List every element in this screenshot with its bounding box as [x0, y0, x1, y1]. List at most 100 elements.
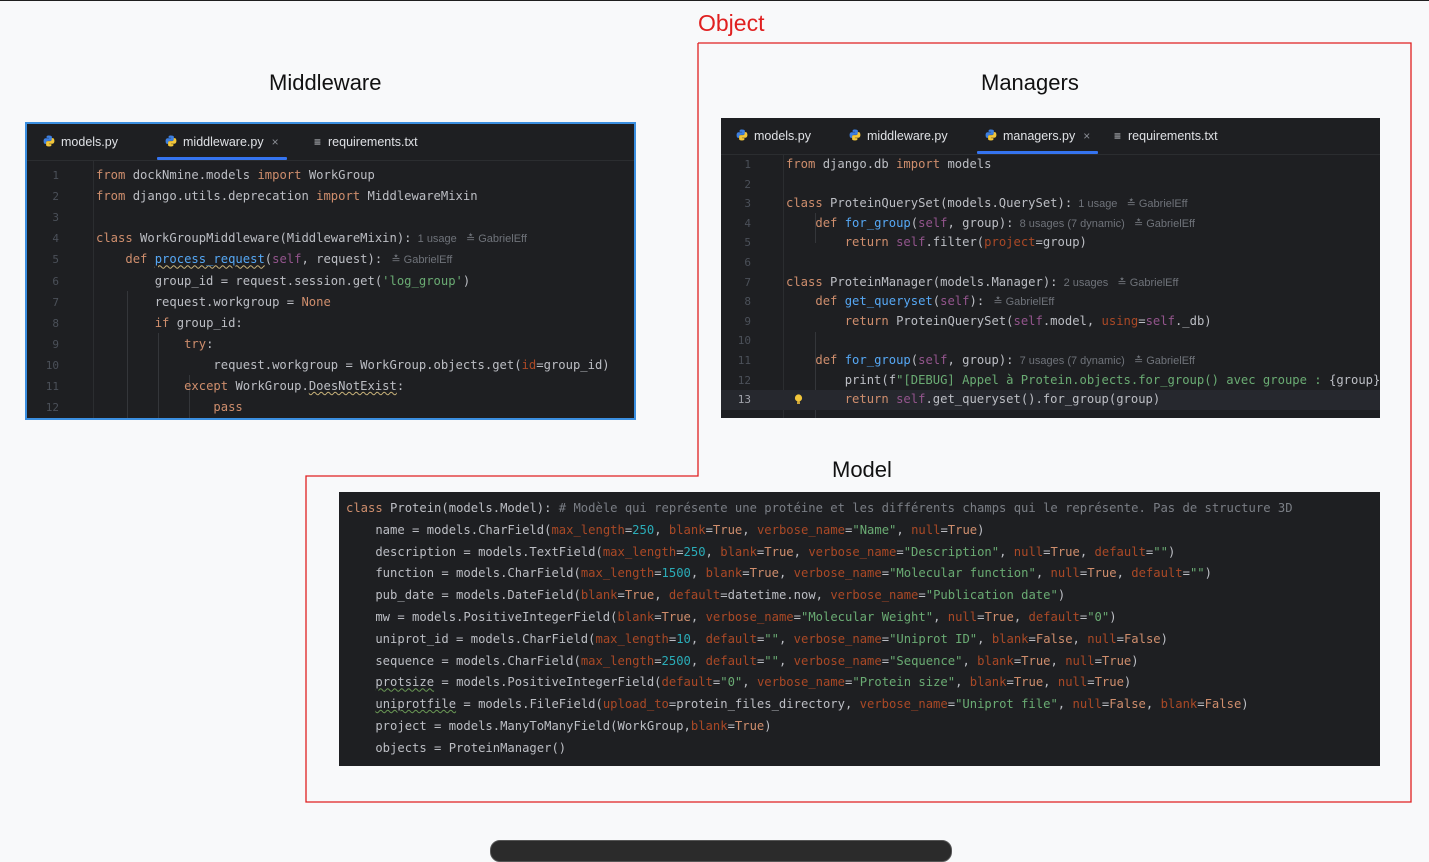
code-text[interactable]: uniprot_id = models.CharField(max_length…	[346, 629, 1168, 651]
code-text[interactable]: except WorkGroup.DoesNotExist:	[96, 376, 404, 397]
code-text[interactable]: project = models.ManyToManyField(WorkGro…	[346, 716, 771, 738]
tab-label: managers.py	[1003, 129, 1076, 143]
code-line: function = models.CharField(max_length=1…	[339, 563, 1380, 585]
code-text[interactable]: mw = models.PositiveIntegerField(blank=T…	[346, 607, 1116, 629]
model-editor: class Protein(models.Model): # Modèle qu…	[339, 492, 1380, 766]
code-text[interactable]: def process_request(self, request): ≛ Ga…	[96, 249, 452, 271]
code-text[interactable]: group_id = request.session.get('log_grou…	[96, 271, 471, 292]
code-text[interactable]: objects = ProteinManager()	[346, 738, 566, 760]
code-text[interactable]: protsize = models.PositiveIntegerField(d…	[346, 672, 1131, 694]
code-line: protsize = models.PositiveIntegerField(d…	[339, 672, 1380, 694]
code-line: sequence = models.CharField(max_length=2…	[339, 651, 1380, 673]
code-line: 5 def process_request(self, request): ≛ …	[27, 249, 634, 270]
line-number: 10	[45, 358, 59, 372]
tab-requirements-txt[interactable]: ≡ requirements.txt	[314, 124, 418, 160]
line-number: 11	[737, 354, 751, 367]
tab-middleware-py[interactable]: middleware.py ×	[157, 124, 287, 160]
code-line: 11 def for_group(self, group): 7 usages …	[721, 351, 1380, 371]
line-number: 6	[744, 256, 751, 269]
code-line: pub_date = models.DateField(blank=True, …	[339, 585, 1380, 607]
code-line: name = models.CharField(max_length=250, …	[339, 520, 1380, 542]
code-line: 10	[721, 331, 1380, 351]
close-icon[interactable]: ×	[272, 135, 279, 149]
code-text[interactable]: try:	[96, 334, 213, 355]
code-text[interactable]: def get_queryset(self): ≛ GabrielEff	[786, 292, 1054, 313]
text-file-icon: ≡	[1114, 129, 1122, 143]
active-tab-indicator	[157, 157, 287, 160]
code-text[interactable]: print(f"[DEBUG] Appel à Protein.objects.…	[786, 371, 1380, 391]
tab-middleware-py[interactable]: middleware.py	[849, 118, 948, 154]
lightbulb-icon[interactable]	[794, 394, 803, 405]
line-number: 1	[744, 158, 751, 171]
code-line: 4 def for_group(self, group): 8 usages (…	[721, 214, 1380, 234]
close-icon[interactable]: ×	[1083, 129, 1090, 143]
line-number: 7	[744, 275, 751, 289]
line-number: 2	[52, 190, 59, 204]
code-text[interactable]: class Protein(models.Model): # Modèle qu…	[346, 498, 1293, 520]
code-text[interactable]: function = models.CharField(max_length=1…	[346, 563, 1212, 585]
code-line: 1 from django.db import models	[721, 155, 1380, 175]
code-line: class Protein(models.Model): # Modèle qu…	[339, 498, 1380, 520]
line-number: 1	[52, 169, 59, 182]
tab-label: requirements.txt	[1128, 129, 1218, 143]
code-line: 3 class ProteinQuerySet(models.QuerySet):…	[721, 194, 1380, 214]
code-line: mw = models.PositiveIntegerField(blank=T…	[339, 607, 1380, 629]
code-text[interactable]: request.workgroup = WorkGroup.objects.ge…	[96, 355, 609, 376]
code-text[interactable]: name = models.CharField(max_length=250, …	[346, 520, 984, 542]
code-line: 2	[721, 175, 1380, 195]
code-text[interactable]: pub_date = models.DateField(blank=True, …	[346, 585, 1065, 607]
code-text[interactable]: return self.get_queryset().for_group(gro…	[786, 390, 1161, 410]
tab-label: middleware.py	[183, 135, 264, 149]
line-number: 8	[52, 316, 59, 330]
code-line: 7 request.workgroup = None	[27, 292, 634, 313]
python-icon	[849, 129, 861, 141]
code-text[interactable]: class ProteinQuerySet(models.QuerySet): …	[786, 194, 1188, 215]
tab-models-py[interactable]: models.py	[736, 118, 811, 154]
code-text[interactable]: def for_group(self, group): 8 usages (7 …	[786, 214, 1195, 235]
code-text[interactable]: return ProteinQuerySet(self.model, using…	[786, 312, 1212, 332]
code-area: 1 from django.db import models 2 3 class Pro…	[721, 155, 1380, 418]
line-number: 3	[744, 197, 751, 211]
line-number: 9	[744, 314, 751, 328]
code-area: class Protein(models.Model): # Modèle qu…	[339, 492, 1380, 766]
code-text[interactable]: from django.utils.deprecation import Mid…	[96, 186, 478, 207]
tab-label: middleware.py	[867, 129, 948, 143]
code-text[interactable]: if group_id:	[96, 313, 243, 334]
code-text[interactable]: def for_group(self, group): 7 usages (7 …	[786, 351, 1195, 372]
code-line: uniprot_id = models.CharField(max_length…	[339, 629, 1380, 651]
tab-label: models.py	[754, 129, 811, 143]
code-text[interactable]: class WorkGroupMiddleware(MiddlewareMixi…	[96, 228, 527, 250]
line-number: 4	[744, 216, 751, 230]
code-line: 6	[721, 253, 1380, 273]
code-text[interactable]: description = models.TextField(max_lengt…	[346, 542, 1175, 564]
line-number: 6	[52, 274, 59, 288]
code-text[interactable]: request.workgroup = None	[96, 292, 331, 313]
code-line: 4 class WorkGroupMiddleware(MiddlewareMix…	[27, 228, 634, 249]
code-area: 1 from dockNmine.models import WorkGroup 2…	[27, 161, 634, 418]
line-number: 12	[737, 373, 751, 387]
bottom-toolbar	[490, 840, 952, 862]
code-line: 9 try:	[27, 334, 634, 355]
object-title: Object	[698, 10, 765, 36]
code-text[interactable]: return self.filter(project=group)	[786, 233, 1087, 253]
line-number: 2	[744, 177, 751, 191]
code-text[interactable]: from django.db import models	[786, 155, 991, 175]
tab-models-py[interactable]: models.py	[43, 124, 118, 160]
code-line: 10 request.workgroup = WorkGroup.objects…	[27, 355, 634, 376]
code-text[interactable]: uniprotfile = models.FileField(upload_to…	[346, 694, 1248, 716]
managers-title: Managers	[981, 70, 1079, 95]
code-text[interactable]: pass	[96, 397, 242, 418]
tab-managers-py[interactable]: managers.py ×	[977, 118, 1099, 154]
tab-label: requirements.txt	[328, 135, 418, 149]
code-text[interactable]: class ProteinManager(models.Manager): 2 …	[786, 273, 1178, 294]
code-line: 2 from django.utils.deprecation import Mi…	[27, 186, 634, 207]
code-line: 1 from dockNmine.models import WorkGroup	[27, 165, 634, 186]
line-number: 5	[744, 236, 751, 250]
code-text[interactable]: sequence = models.CharField(max_length=2…	[346, 651, 1138, 673]
python-icon	[736, 129, 748, 141]
line-number: 10	[737, 334, 751, 348]
code-text[interactable]: from dockNmine.models import WorkGroup	[96, 165, 375, 186]
code-line: 11 except WorkGroup.DoesNotExist:	[27, 376, 634, 397]
tab-requirements-txt[interactable]: ≡ requirements.txt	[1114, 118, 1218, 154]
line-number: 4	[52, 232, 59, 246]
